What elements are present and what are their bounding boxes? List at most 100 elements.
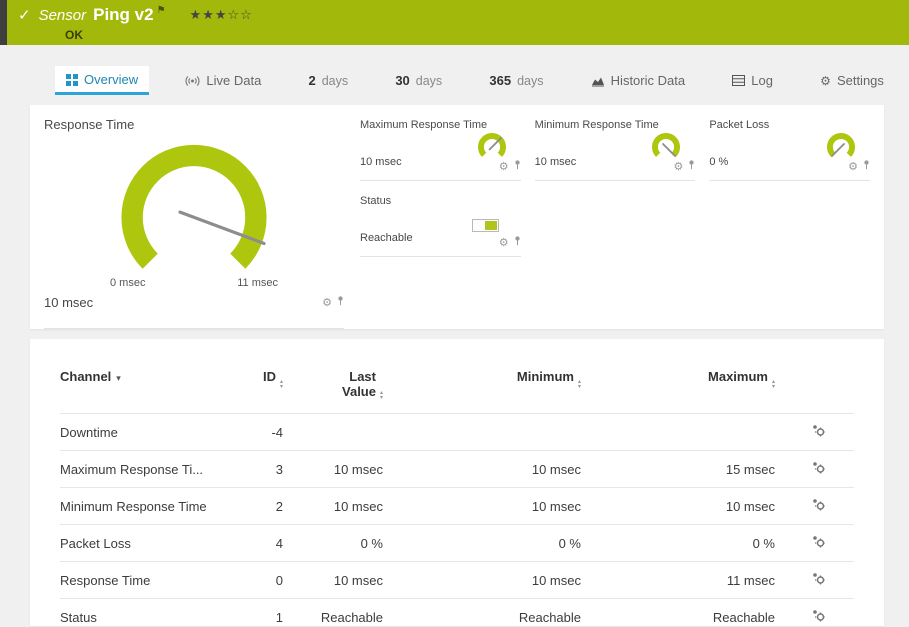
channel-minimum: 0 % xyxy=(383,525,581,562)
tab-settings[interactable]: ⚙ Settings xyxy=(809,67,895,95)
channel-id: 2 xyxy=(235,488,283,525)
header-edit xyxy=(775,365,854,414)
header-last-value-label: Last Value xyxy=(334,369,376,399)
channel-last-value xyxy=(283,414,383,451)
tab-365-days[interactable]: 365 days xyxy=(478,67,554,95)
max-rt-pin-icon[interactable] xyxy=(514,157,521,175)
header-last-value[interactable]: Last Value ▴▾ xyxy=(283,365,383,414)
channel-maximum: 15 msec xyxy=(581,451,775,488)
channel-name[interactable]: Downtime xyxy=(60,414,235,451)
tab-live-data[interactable]: Live Data xyxy=(174,67,272,95)
min-response-time-panel: Minimum Response Time 10 msec ⚙ xyxy=(535,119,696,181)
channel-name[interactable]: Response Time xyxy=(60,562,235,599)
tab-log[interactable]: Log xyxy=(721,67,784,95)
gauge-scale-max: 11 msec xyxy=(237,277,278,289)
channel-settings-icon[interactable] xyxy=(812,498,826,514)
sort-icon: ▴▾ xyxy=(772,380,775,390)
tab-365-days-label: days xyxy=(517,74,543,88)
sensor-kind-label: Sensor xyxy=(39,7,87,24)
gauge-scale-min: 0 msec xyxy=(110,277,145,289)
channel-settings-icon[interactable] xyxy=(812,461,826,477)
table-row-max-response-time: Maximum Response Ti... 3 10 msec 10 msec… xyxy=(60,451,854,488)
tab-30-days[interactable]: 30 days xyxy=(384,67,453,95)
gauge-settings-gear-icon[interactable]: ⚙ xyxy=(322,296,332,309)
flag-icon: ⚑ xyxy=(157,5,166,16)
header-minimum[interactable]: Minimum▴▾ xyxy=(383,365,581,414)
channel-last-value: 10 msec xyxy=(283,451,383,488)
header-edge xyxy=(0,0,7,45)
header-channel[interactable]: Channel▾ xyxy=(60,365,235,414)
min-rt-settings-gear-icon[interactable]: ⚙ xyxy=(673,160,683,173)
table-row-packet-loss: Packet Loss 4 0 % 0 % 0 % xyxy=(60,525,854,562)
tab-365-days-number: 365 xyxy=(489,73,511,88)
historic-data-icon xyxy=(591,75,605,87)
stars-filled: ★★★ xyxy=(190,7,228,22)
channel-minimum xyxy=(383,414,581,451)
status-value: Reachable xyxy=(360,232,413,244)
channel-id: 0 xyxy=(235,562,283,599)
channel-id: -4 xyxy=(235,414,283,451)
gauge-pin-icon[interactable] xyxy=(337,293,344,311)
priority-stars[interactable]: ★★★☆☆ xyxy=(190,7,253,23)
sensor-title: Ping v2 xyxy=(93,5,153,25)
channel-maximum: Reachable xyxy=(581,599,775,627)
channel-minimum: 10 msec xyxy=(383,488,581,525)
packet-loss-panel: Packet Loss 0 % ⚙ xyxy=(709,119,870,181)
min-rt-pin-icon[interactable] xyxy=(688,157,695,175)
overview-panel: Response Time 0 msec 11 msec 10 msec ⚙ M… xyxy=(30,105,884,329)
channel-name[interactable]: Packet Loss xyxy=(60,525,235,562)
status-title: Status xyxy=(360,195,521,207)
tab-bar: Overview Live Data 2 days 30 days 365 da… xyxy=(55,66,895,95)
tab-live-data-label: Live Data xyxy=(206,73,261,88)
table-row-min-response-time: Minimum Response Time 2 10 msec 10 msec … xyxy=(60,488,854,525)
sensor-header: ✓ Sensor Ping v2 ⚑ ★★★☆☆ OK xyxy=(0,0,909,45)
response-time-gauge-title: Response Time xyxy=(44,117,344,132)
status-panel: Status Reachable ⚙ xyxy=(360,195,521,257)
channel-settings-icon[interactable] xyxy=(812,424,826,440)
response-time-gauge xyxy=(108,132,280,274)
channel-settings-icon[interactable] xyxy=(812,535,826,551)
settings-gear-icon: ⚙ xyxy=(820,74,831,88)
sort-icon: ▴▾ xyxy=(380,391,383,401)
overview-icon xyxy=(66,74,78,86)
tab-overview-label: Overview xyxy=(84,72,138,87)
header-maximum[interactable]: Maximum▴▾ xyxy=(581,365,775,414)
channel-settings-icon[interactable] xyxy=(812,609,826,625)
channel-maximum xyxy=(581,414,775,451)
max-response-time-panel: Maximum Response Time 10 msec ⚙ xyxy=(360,119,521,181)
channel-maximum: 11 msec xyxy=(581,562,775,599)
log-icon xyxy=(732,75,745,86)
table-row-response-time: Response Time 0 10 msec 10 msec 11 msec xyxy=(60,562,854,599)
channel-id: 4 xyxy=(235,525,283,562)
response-time-value: 10 msec xyxy=(44,295,93,310)
tab-2-days-label: days xyxy=(322,74,348,88)
channel-name[interactable]: Minimum Response Time xyxy=(60,488,235,525)
status-ok-check-icon: ✓ xyxy=(18,6,31,24)
status-settings-gear-icon[interactable]: ⚙ xyxy=(499,236,509,249)
tab-log-label: Log xyxy=(751,73,773,88)
tab-2-days[interactable]: 2 days xyxy=(297,67,359,95)
table-header-row: Channel▾ ID▴▾ Last Value ▴▾ Minimum▴▾ Max… xyxy=(60,365,854,414)
table-row-downtime: Downtime -4 xyxy=(60,414,854,451)
channel-settings-icon[interactable] xyxy=(812,572,826,588)
channel-table: Channel▾ ID▴▾ Last Value ▴▾ Minimum▴▾ Max… xyxy=(60,365,854,627)
mini-gauge-grid: Maximum Response Time 10 msec ⚙ Minimum … xyxy=(360,119,870,329)
channel-id: 1 xyxy=(235,599,283,627)
max-rt-settings-gear-icon[interactable]: ⚙ xyxy=(499,160,509,173)
channel-name[interactable]: Maximum Response Ti... xyxy=(60,451,235,488)
sort-desc-icon: ▾ xyxy=(116,373,121,383)
status-indicator xyxy=(472,219,499,232)
tab-overview[interactable]: Overview xyxy=(55,66,149,95)
tab-historic-data[interactable]: Historic Data xyxy=(580,67,696,95)
tab-historic-data-label: Historic Data xyxy=(611,73,685,88)
header-id[interactable]: ID▴▾ xyxy=(235,365,283,414)
channel-maximum: 0 % xyxy=(581,525,775,562)
packet-loss-pin-icon[interactable] xyxy=(863,157,870,175)
tab-30-days-label: days xyxy=(416,74,442,88)
status-pin-icon[interactable] xyxy=(514,233,521,251)
channel-last-value: 0 % xyxy=(283,525,383,562)
channel-last-value: 10 msec xyxy=(283,562,383,599)
channel-name[interactable]: Status xyxy=(60,599,235,627)
packet-loss-settings-gear-icon[interactable]: ⚙ xyxy=(848,160,858,173)
sort-icon: ▴▾ xyxy=(280,380,283,390)
